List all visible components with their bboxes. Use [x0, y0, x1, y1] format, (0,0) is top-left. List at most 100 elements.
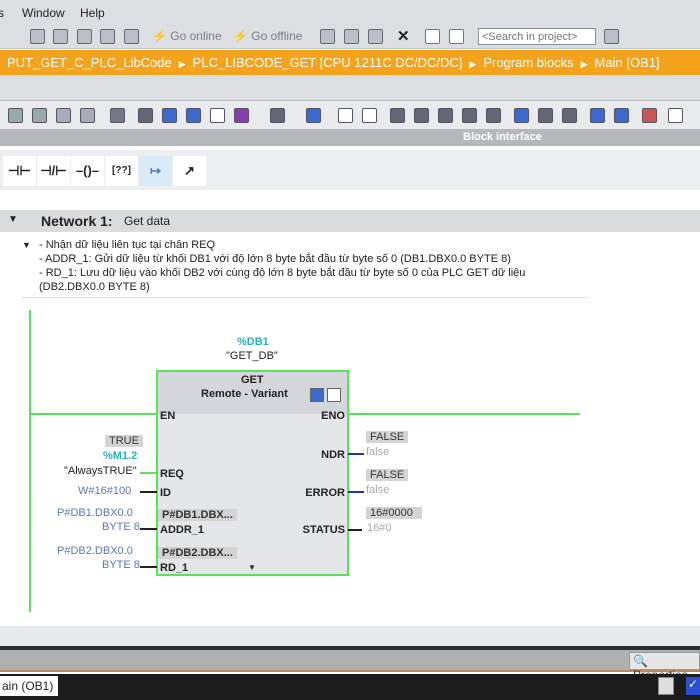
pin-error: ERROR: [305, 487, 345, 499]
editor-tool-icon[interactable]: [80, 108, 95, 123]
search-input[interactable]: [478, 28, 596, 45]
breadcrumb-program-blocks[interactable]: Program blocks: [483, 55, 573, 70]
coil-button[interactable]: –()–: [71, 156, 104, 186]
instance-db-name[interactable]: "GET_DB": [226, 350, 278, 362]
req-tag[interactable]: "AlwaysTRUE": [64, 465, 137, 477]
editor-tool-icon[interactable]: [338, 108, 353, 123]
editor-tool-icon[interactable]: [590, 108, 605, 123]
simulation-icon[interactable]: [100, 29, 115, 44]
editor-tool-icon[interactable]: [390, 108, 405, 123]
binoculars-icon[interactable]: [604, 29, 619, 44]
editor-tab-main[interactable]: ain (OB1): [0, 676, 58, 696]
editor-tool-icon[interactable]: [32, 108, 47, 123]
editor-tool-icon[interactable]: [562, 108, 577, 123]
expand-icon[interactable]: ▼: [248, 563, 256, 572]
get-block[interactable]: GET Remote - Variant EN ENO NDR REQ ID E…: [156, 370, 349, 576]
network-comment[interactable]: Get data: [124, 214, 170, 228]
editor-tool-icon[interactable]: [306, 108, 321, 123]
menu-item-window[interactable]: Window: [22, 6, 65, 20]
checkmark-icon[interactable]: ✓: [686, 677, 700, 695]
req-wire: [140, 472, 157, 474]
magnifier-icon: 🔍: [633, 654, 648, 668]
breadcrumb-project[interactable]: PUT_GET_C_PLC_LibCode: [7, 55, 172, 70]
addr-operand[interactable]: P#DB1.DBX0.0: [57, 507, 133, 519]
accessible-devices-icon[interactable]: [320, 29, 335, 44]
rd-operand-length[interactable]: BYTE 8: [102, 559, 140, 571]
runtime-icon[interactable]: [124, 29, 139, 44]
details-view-icon[interactable]: [658, 677, 674, 695]
breadcrumb-main[interactable]: Main [OB1]: [595, 55, 660, 70]
split-horizontal-icon[interactable]: [425, 29, 440, 44]
stop-cpu-icon[interactable]: [368, 29, 383, 44]
id-operand[interactable]: W#16#100: [78, 485, 131, 497]
comment-line: - Nhận dữ liệu liên tục tại chân REQ: [39, 239, 216, 251]
editor-toolbar: [0, 100, 700, 129]
req-address[interactable]: %M1.2: [103, 450, 137, 462]
network-comment-block[interactable]: ▼ - Nhận dữ liệu liên tục tại chân REQ -…: [22, 238, 588, 298]
rd-wire: [140, 566, 157, 568]
editor-tool-icon[interactable]: [614, 108, 629, 123]
status-operand[interactable]: 16#0: [367, 522, 391, 534]
close-branch-button[interactable]: ↗: [173, 156, 206, 186]
collapse-comment-icon[interactable]: ▼: [22, 238, 31, 252]
editor-tool-icon[interactable]: [538, 108, 553, 123]
editor-tool-icon[interactable]: [642, 108, 657, 123]
editor-tool-icon[interactable]: [414, 108, 429, 123]
editor-tool-icon[interactable]: [668, 108, 683, 123]
ndr-operand[interactable]: false: [366, 446, 389, 458]
editor-tool-icon[interactable]: [462, 108, 477, 123]
close-icon[interactable]: ✕: [397, 27, 410, 45]
menu-item-help[interactable]: Help: [80, 6, 105, 20]
editor-tool-icon[interactable]: [186, 108, 201, 123]
breadcrumb-device[interactable]: PLC_LIBCODE_GET [CPU 1211C DC/DC/DC]: [193, 55, 463, 70]
status-monitor-value: 16#0000: [366, 507, 422, 519]
download-icon[interactable]: [53, 29, 68, 44]
comment-line: - RD_1: Lưu dữ liệu vào khối DB2 với cùn…: [39, 267, 526, 279]
addr-wire: [140, 528, 157, 530]
menu-item-tools[interactable]: s: [0, 6, 4, 20]
open-branch-button[interactable]: ↦: [139, 156, 172, 186]
editor-tool-icon[interactable]: [138, 108, 153, 123]
editor-bottom: [0, 626, 700, 648]
collapse-icon[interactable]: ▼: [8, 214, 18, 225]
network-header[interactable]: ▼ Network 1: Get data: [0, 210, 700, 232]
go-offline-label: Go offline: [251, 29, 303, 43]
editor-tool-icon[interactable]: [8, 108, 23, 123]
rd-operand[interactable]: P#DB2.DBX0.0: [57, 545, 133, 557]
comment-line: - ADDR_1: Gửi dữ liệu từ khối DB1 với độ…: [39, 253, 511, 265]
editor-tool-icon[interactable]: [234, 108, 249, 123]
main-toolbar: ⚡ Go online ⚡ Go offline ✕: [0, 25, 700, 49]
id-wire: [140, 491, 157, 493]
editor-tool-icon[interactable]: [438, 108, 453, 123]
go-online-button[interactable]: ⚡ Go online: [152, 29, 222, 43]
addr-operand-length[interactable]: BYTE 8: [102, 521, 140, 533]
ndr-monitor-value: FALSE: [366, 431, 409, 443]
block-interface-bar[interactable]: Block interface: [0, 129, 700, 146]
editor-tool-icon[interactable]: [362, 108, 377, 123]
lock-icon[interactable]: [310, 388, 324, 402]
upload-icon[interactable]: [77, 29, 92, 44]
error-operand[interactable]: false: [366, 484, 389, 496]
req-monitor-value: TRUE: [105, 435, 143, 447]
diagnostics-icon[interactable]: [327, 388, 341, 402]
start-cpu-icon[interactable]: [344, 29, 359, 44]
properties-tab[interactable]: 🔍Properties: [629, 652, 700, 682]
editor-tool-icon[interactable]: [110, 108, 125, 123]
go-offline-button[interactable]: ⚡ Go offline: [233, 29, 302, 43]
editor-tool-icon[interactable]: [514, 108, 529, 123]
nc-contact-button[interactable]: ⊣/⊢: [37, 156, 70, 186]
status-wire: [348, 529, 362, 531]
instance-db-address[interactable]: %DB1: [237, 336, 269, 348]
network-title: Network 1:: [41, 213, 113, 229]
editor-header: [0, 75, 700, 100]
editor-tool-icon[interactable]: [162, 108, 177, 123]
editor-tool-icon[interactable]: [486, 108, 501, 123]
editor-tool-icon[interactable]: [56, 108, 71, 123]
no-contact-button[interactable]: ⊣⊢: [3, 156, 36, 186]
compile-icon[interactable]: [30, 29, 45, 44]
empty-box-button[interactable]: [??]: [105, 156, 138, 186]
editor-tool-icon[interactable]: [210, 108, 225, 123]
go-online-label: Go online: [170, 29, 222, 43]
editor-tool-icon[interactable]: [270, 108, 285, 123]
split-vertical-icon[interactable]: [449, 29, 464, 44]
